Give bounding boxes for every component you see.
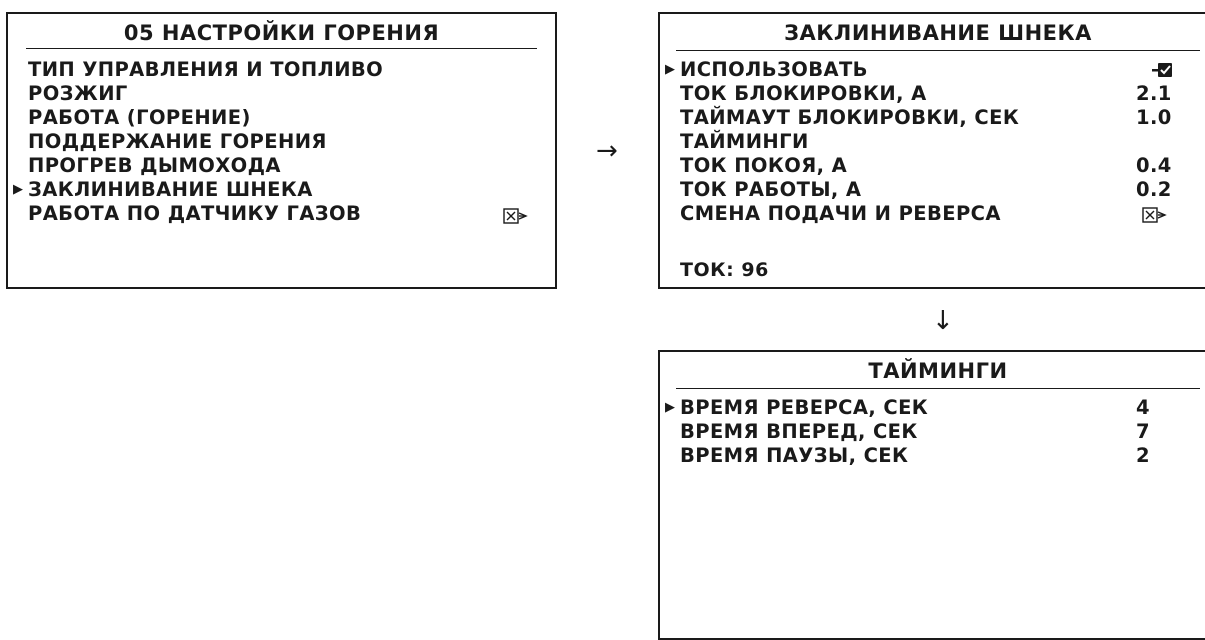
menu-item-value: 4 xyxy=(1136,396,1150,419)
right-arrow-icon: → xyxy=(596,136,618,166)
menu-item-use[interactable]: ▶ ИСПОЛЬЗОВАТЬ xyxy=(665,58,1205,82)
menu-item-chimney-warmup[interactable]: ПРОГРЕВ ДЫМОХОДА xyxy=(28,154,545,178)
menu-item-label: ПОДДЕРЖАНИЕ ГОРЕНИЯ xyxy=(28,130,327,153)
menu-item-label: ТАЙМИНГИ xyxy=(680,130,809,153)
menu-item-block-timeout[interactable]: ТАЙМАУТ БЛОКИРОВКИ, СЕК 1.0 xyxy=(680,106,1205,130)
menu-item-label: РОЗЖИГ xyxy=(28,82,128,105)
menu-item-label: ИСПОЛЬЗОВАТЬ xyxy=(680,58,868,81)
title-divider xyxy=(26,48,537,49)
menu-item-block-current[interactable]: ТОК БЛОКИРОВКИ, А 2.1 xyxy=(680,82,1205,106)
menu-item-value: 0.4 xyxy=(1136,154,1172,177)
menu-item-label: ВРЕМЯ РЕВЕРСА, СЕК xyxy=(680,396,929,419)
menu-item-value: 2.1 xyxy=(1136,82,1172,105)
menu-item-label: ТОК БЛОКИРОВКИ, А xyxy=(680,82,927,105)
down-arrow-icon: ↓ xyxy=(932,306,954,336)
menu-item-value: 2 xyxy=(1136,444,1150,467)
menu-item-label: РАБОТА ПО ДАТЧИКУ ГАЗОВ xyxy=(28,202,362,225)
screen-title: ТАЙМИНГИ xyxy=(868,359,1008,383)
menu-item-value: 0.2 xyxy=(1136,178,1172,201)
screen-title: ЗАКЛИНИВАНИЕ ШНЕКА xyxy=(784,21,1092,45)
auger-jamming-screen: ЗАКЛИНИВАНИЕ ШНЕКА ▶ ИСПОЛЬЗОВАТЬ ТОК БЛ… xyxy=(658,12,1205,289)
selection-cursor-icon: ▶ xyxy=(13,182,24,197)
current-readout: ТОК: 96 xyxy=(680,259,769,281)
menu-item-pause-time[interactable]: ВРЕМЯ ПАУЗЫ, СЕК 2 xyxy=(680,444,1205,468)
menu-item-feed-reverse-change[interactable]: СМЕНА ПОДАЧИ И РЕВЕРСА xyxy=(680,202,1205,226)
menu-item-value: 1.0 xyxy=(1136,106,1172,129)
combustion-menu-list: ТИП УПРАВЛЕНИЯ И ТОПЛИВО РОЗЖИГ РАБОТА (… xyxy=(13,58,545,226)
menu-item-timings[interactable]: ТАЙМИНГИ xyxy=(680,130,1205,154)
menu-item-label: ТОК ПОКОЯ, А xyxy=(680,154,848,177)
jamming-menu-list: ▶ ИСПОЛЬЗОВАТЬ ТОК БЛОКИРОВКИ, А 2.1 ТАЙ… xyxy=(665,58,1205,226)
timings-screen: ТАЙМИНГИ ▶ ВРЕМЯ РЕВЕРСА, СЕК 4 ВРЕМЯ ВП… xyxy=(658,350,1205,640)
title-divider xyxy=(676,388,1200,389)
menu-item-label: РАБОТА (ГОРЕНИЕ) xyxy=(28,106,251,129)
disabled-box-icon xyxy=(1142,207,1167,223)
menu-item-operation[interactable]: РАБОТА (ГОРЕНИЕ) xyxy=(28,106,545,130)
menu-item-forward-time[interactable]: ВРЕМЯ ВПЕРЕД, СЕК 7 xyxy=(680,420,1205,444)
title-divider xyxy=(676,50,1200,51)
menu-item-combustion-maintenance[interactable]: ПОДДЕРЖАНИЕ ГОРЕНИЯ xyxy=(28,130,545,154)
menu-item-label: ТОК РАБОТЫ, А xyxy=(680,178,862,201)
checked-box-icon xyxy=(1152,63,1172,77)
menu-item-label: ТАЙМАУТ БЛОКИРОВКИ, СЕК xyxy=(680,106,1020,129)
menu-item-idle-current[interactable]: ТОК ПОКОЯ, А 0.4 xyxy=(680,154,1205,178)
selection-cursor-icon: ▶ xyxy=(665,400,676,415)
selection-cursor-icon: ▶ xyxy=(665,62,676,77)
menu-item-label: ПРОГРЕВ ДЫМОХОДА xyxy=(28,154,281,177)
screen-title: 05 НАСТРОЙКИ ГОРЕНИЯ xyxy=(123,21,440,45)
menu-item-label: ВРЕМЯ ПАУЗЫ, СЕК xyxy=(680,444,909,467)
timings-menu-list: ▶ ВРЕМЯ РЕВЕРСА, СЕК 4 ВРЕМЯ ВПЕРЕД, СЕК… xyxy=(665,396,1205,468)
menu-item-ignition[interactable]: РОЗЖИГ xyxy=(28,82,545,106)
menu-item-value: 7 xyxy=(1136,420,1150,443)
menu-item-label: СМЕНА ПОДАЧИ И РЕВЕРСА xyxy=(680,202,1001,225)
menu-item-gas-sensor-mode[interactable]: РАБОТА ПО ДАТЧИКУ ГАЗОВ xyxy=(28,202,545,226)
menu-item-reverse-time[interactable]: ▶ ВРЕМЯ РЕВЕРСА, СЕК 4 xyxy=(665,396,1205,420)
menu-item-work-current[interactable]: ТОК РАБОТЫ, А 0.2 xyxy=(680,178,1205,202)
menu-item-auger-jamming[interactable]: ▶ ЗАКЛИНИВАНИЕ ШНЕКА xyxy=(13,178,545,202)
disabled-box-icon xyxy=(503,208,528,224)
menu-item-label: ВРЕМЯ ВПЕРЕД, СЕК xyxy=(680,420,918,443)
menu-item-label: ТИП УПРАВЛЕНИЯ И ТОПЛИВО xyxy=(28,58,384,81)
combustion-settings-screen: 05 НАСТРОЙКИ ГОРЕНИЯ ТИП УПРАВЛЕНИЯ И ТО… xyxy=(6,12,557,289)
menu-item-label: ЗАКЛИНИВАНИЕ ШНЕКА xyxy=(28,178,313,201)
menu-item-fuel-control[interactable]: ТИП УПРАВЛЕНИЯ И ТОПЛИВО xyxy=(28,58,545,82)
